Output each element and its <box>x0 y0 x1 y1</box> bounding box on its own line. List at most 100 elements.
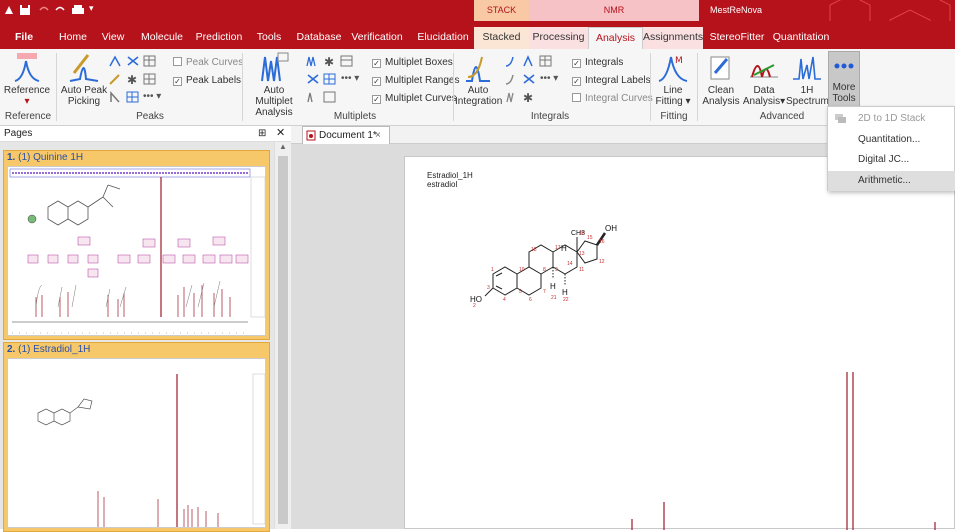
separator <box>697 53 698 121</box>
peak-grid-icon[interactable] <box>143 73 157 85</box>
tab-prediction[interactable]: Prediction <box>193 27 245 49</box>
clean-label-1: Clean <box>707 85 735 96</box>
svg-text:✱: ✱ <box>127 73 137 85</box>
save-icon[interactable] <box>19 4 31 16</box>
integral-curves-checkbox[interactable]: Integral Curves <box>572 93 653 104</box>
peak-more-icon[interactable]: ••• ▾ <box>143 91 161 102</box>
peaks-group-label: Peaks <box>136 111 164 122</box>
integral-manual-icon[interactable] <box>522 55 536 67</box>
integrals-checkbox[interactable]: ✓ Integrals <box>572 57 623 68</box>
pages-scrollbar[interactable]: ▲ <box>274 142 291 529</box>
undo-icon[interactable] <box>38 5 50 15</box>
multiplet-asterisk-icon[interactable]: ✱ <box>323 55 337 67</box>
peak-annotate-icon[interactable] <box>109 91 123 103</box>
reference-group-label: Reference <box>4 111 52 122</box>
scrollbar-thumb[interactable] <box>278 156 288 524</box>
multiplet-grid-icon[interactable] <box>323 73 337 85</box>
multiplet-curves-label: Multiplet Curves <box>385 93 457 104</box>
1h-spectrum-button[interactable]: 1H Spectrum▾ <box>786 51 834 107</box>
data-analysis-icon <box>750 64 778 78</box>
tab-database[interactable]: Database <box>295 27 343 49</box>
multiplet-tool-icon[interactable] <box>306 55 320 67</box>
peak-curves-checkbox[interactable]: Peak Curves <box>173 57 243 68</box>
separator <box>242 53 243 121</box>
pin-icon[interactable]: ⊞ <box>258 126 266 141</box>
menu-item-quantitation[interactable]: Quantitation... <box>828 130 955 150</box>
page-label: (1) Estradiol_1H <box>18 344 91 355</box>
ribbon: Reference ▾ Reference Auto Peak Picking ✱ … <box>0 49 955 126</box>
clean-analysis-button[interactable]: Clean Analysis <box>701 51 741 107</box>
page-preview <box>7 358 266 528</box>
multiplet-boxes-checkbox[interactable]: ✓ Multiplet Boxes <box>372 57 453 68</box>
multiplet-table-icon[interactable] <box>340 55 354 67</box>
auto-integration-button[interactable]: Auto Integration <box>455 51 502 107</box>
integral-report-icon[interactable] <box>505 91 519 103</box>
tab-assignments[interactable]: Assignments <box>643 27 703 49</box>
page-thumbnail-1[interactable]: 1. (1) Quinine 1H <box>3 150 270 340</box>
document-tab[interactable]: Document 1* × <box>302 126 390 144</box>
peak-grid2-icon[interactable] <box>126 91 140 103</box>
scroll-up-icon[interactable]: ▲ <box>279 142 287 151</box>
tab-analysis[interactable]: Analysis <box>588 27 643 49</box>
print-icon[interactable] <box>71 4 85 16</box>
tab-stereofitter[interactable]: StereoFitter <box>707 27 767 49</box>
line-fitting-button[interactable]: M Line Fitting ▾ <box>653 51 693 107</box>
auto-multiplet-label-2: Analysis <box>255 107 293 118</box>
integral-edit-icon[interactable] <box>505 73 519 85</box>
reference-button[interactable]: Reference ▾ <box>2 51 52 107</box>
integral-asterisk-icon[interactable]: ✱ <box>522 91 536 103</box>
stack-icon <box>835 114 846 123</box>
spectrum-peaks <box>631 372 936 530</box>
peak-table-icon[interactable] <box>143 55 157 67</box>
tab-molecule[interactable]: Molecule <box>137 27 187 49</box>
auto-multiplet-analysis-button[interactable]: Auto Multiplet Analysis <box>244 51 304 118</box>
qat-dropdown-icon[interactable]: ▾ <box>89 3 94 14</box>
tab-file[interactable]: File <box>11 27 37 49</box>
close-panel-icon[interactable]: ✕ <box>276 126 285 141</box>
tab-tools[interactable]: Tools <box>254 27 284 49</box>
tab-quantitation[interactable]: Quantitation <box>770 27 832 49</box>
auto-peak-picking-button[interactable]: Auto Peak Picking <box>60 51 108 107</box>
tab-stacked[interactable]: Stacked <box>474 27 529 49</box>
document-tab-label: Document 1* <box>319 130 377 141</box>
multiplet-image-icon[interactable] <box>323 91 337 103</box>
page-title: 1. (1) Quinine 1H <box>4 151 269 165</box>
app-icon <box>5 6 13 14</box>
integral-labels-checkbox[interactable]: ✓ Integral Labels <box>572 75 651 86</box>
tab-elucidation[interactable]: Elucidation <box>414 27 472 49</box>
integral-curves-label: Integral Curves <box>585 93 653 104</box>
peak-delete-icon[interactable] <box>126 55 140 67</box>
menu-item-2d-to-1d-stack[interactable]: 2D to 1D Stack <box>828 109 955 129</box>
multiplet-more-icon[interactable]: ••• ▾ <box>341 73 359 84</box>
integrals-group-label: Integrals <box>530 111 570 122</box>
pages-panel: 1. (1) Quinine 1H 2. (1) Estradiol_1H <box>0 142 274 532</box>
multiplet-delete-icon[interactable] <box>306 73 320 85</box>
tab-home[interactable]: Home <box>55 27 91 49</box>
tab-processing[interactable]: Processing <box>529 27 588 49</box>
data-analysis-button[interactable]: Data Analysis▾ <box>742 51 786 107</box>
multiplet-report-icon[interactable] <box>306 91 320 103</box>
menu-item-digital-jc[interactable]: Digital JC... <box>828 150 955 170</box>
multiplet-icon <box>261 52 289 82</box>
more-tools-button[interactable]: MoreTools ▾ <box>828 51 860 115</box>
integral-more-icon[interactable]: ••• ▾ <box>540 73 558 84</box>
menu-item-arithmetic[interactable]: Arithmetic... <box>828 171 955 191</box>
peak-tool-icon[interactable] <box>109 55 123 67</box>
more-tools-menu: 2D to 1D Stack Quantitation... Digital J… <box>827 106 955 191</box>
multiplet-curves-checkbox[interactable]: ✓ Multiplet Curves <box>372 93 457 104</box>
peak-edit-icon[interactable] <box>109 73 123 85</box>
integral-delete-icon[interactable] <box>522 73 536 85</box>
tab-verification[interactable]: Verification <box>349 27 405 49</box>
tab-view[interactable]: View <box>98 27 128 49</box>
integral-table-icon[interactable] <box>539 55 553 67</box>
multiplet-ranges-checkbox[interactable]: ✓ Multiplet Ranges <box>372 75 459 86</box>
close-tab-icon[interactable]: × <box>375 127 381 144</box>
redo-icon[interactable] <box>54 5 66 15</box>
integral-tool-icon[interactable] <box>505 55 519 67</box>
peak-labels-label: Peak Labels <box>186 75 242 86</box>
page-thumbnail-2[interactable]: 2. (1) Estradiol_1H <box>3 342 270 532</box>
peak-asterisk-icon[interactable]: ✱ <box>126 73 140 85</box>
peak-labels-checkbox[interactable]: ✓ Peak Labels <box>173 75 241 86</box>
context-group-nmr: NMR <box>529 0 699 21</box>
separator <box>453 53 454 121</box>
